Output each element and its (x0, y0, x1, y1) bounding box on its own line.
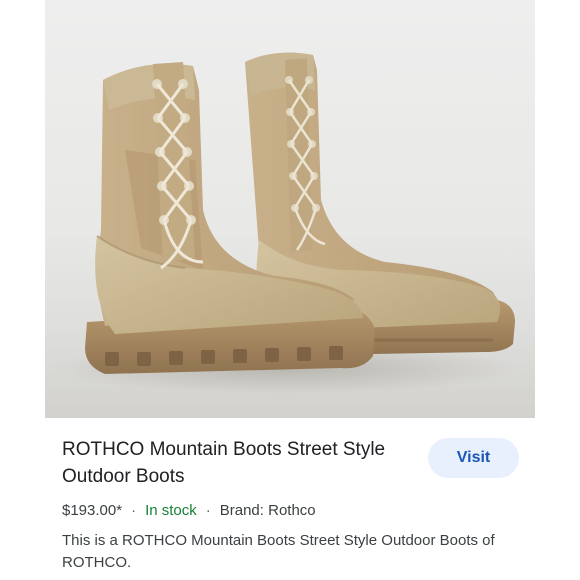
price: $193.00* (62, 502, 123, 519)
separator-dot: · (205, 502, 211, 519)
product-title[interactable]: ROTHCO Mountain Boots Street Style Outdo… (62, 436, 402, 490)
product-info-card: ROTHCO Mountain Boots Street Style Outdo… (45, 418, 535, 580)
product-meta-row: $193.00* · In stock · Brand: Rothco (62, 502, 316, 519)
separator-dot: · (131, 502, 137, 519)
stock-status: In stock (145, 502, 197, 519)
product-image[interactable] (45, 0, 535, 418)
boots-illustration (55, 52, 516, 394)
visit-button[interactable]: Visit (428, 438, 519, 478)
product-description: This is a ROTHCO Mountain Boots Street S… (62, 532, 495, 571)
left-boot (85, 62, 375, 374)
product-card-page: ROTHCO Mountain Boots Street Style Outdo… (0, 0, 580, 580)
brand-label: Brand: Rothco (219, 502, 316, 519)
